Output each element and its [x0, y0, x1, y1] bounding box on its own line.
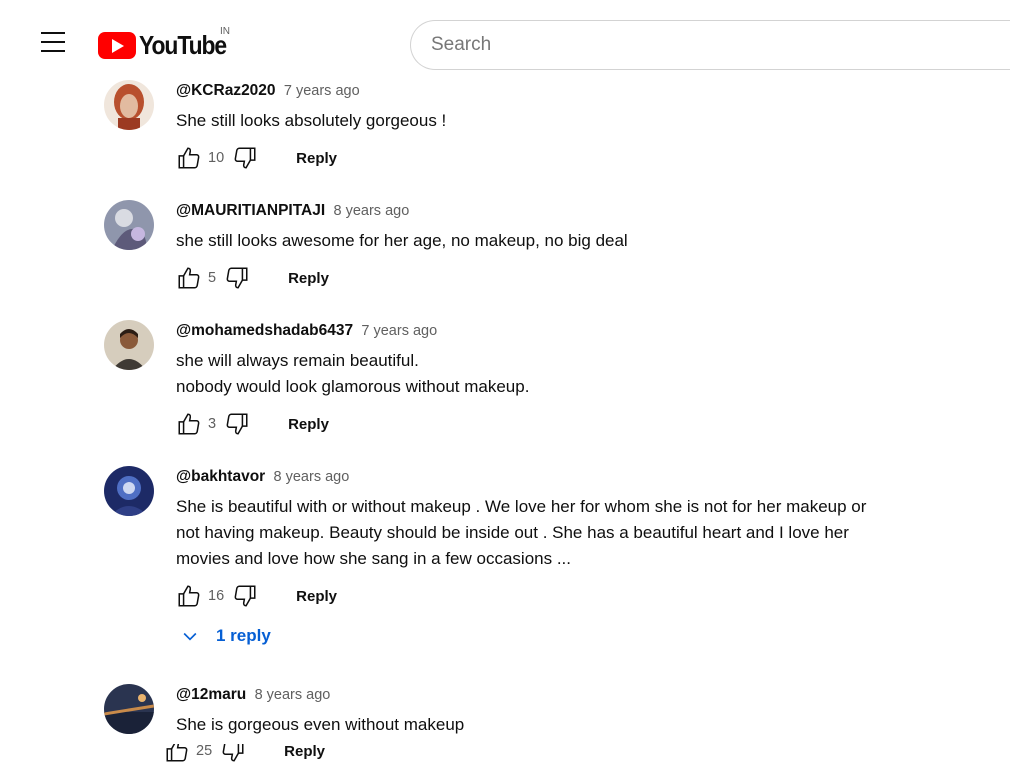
- hamburger-bar: [41, 41, 65, 43]
- comment-line: nobody would look glamorous without make…: [176, 377, 530, 396]
- chevron-down-icon: [183, 632, 197, 641]
- dislike-button[interactable]: [224, 411, 250, 437]
- comment-author[interactable]: @bakhtavor: [176, 468, 265, 485]
- reply-button[interactable]: Reply: [284, 744, 325, 760]
- avatar[interactable]: [104, 466, 154, 516]
- thumbs-down-icon: [226, 413, 248, 435]
- reply-button[interactable]: Reply: [288, 416, 329, 433]
- comment-text: She still looks absolutely gorgeous !: [176, 108, 946, 134]
- comment-time[interactable]: 8 years ago: [255, 687, 331, 703]
- comment-text: She is gorgeous even without makeup: [176, 712, 946, 738]
- comment-line: She is beautiful with or without makeup …: [176, 497, 867, 516]
- like-count: 5: [208, 270, 217, 286]
- comment-actions-partial: 25 Reply: [164, 744, 564, 768]
- comment-actions: 16 Reply: [176, 581, 337, 611]
- thumbs-up-icon: [178, 585, 200, 607]
- comment-time[interactable]: 8 years ago: [333, 203, 409, 219]
- hamburger-bar: [41, 50, 65, 52]
- thumbs-down-icon: [222, 744, 244, 762]
- thumbs-up-icon: [178, 147, 200, 169]
- comment-line: she will always remain beautiful.: [176, 351, 419, 370]
- avatar[interactable]: [104, 320, 154, 370]
- like-button[interactable]: [176, 145, 202, 171]
- comment-line: she still looks awesome for her age, no …: [176, 231, 628, 250]
- reply-button[interactable]: Reply: [296, 588, 337, 605]
- comment-actions: 3 Reply: [176, 409, 329, 439]
- comment-line: She still looks absolutely gorgeous !: [176, 111, 447, 130]
- dislike-button[interactable]: [224, 265, 250, 291]
- comment-author[interactable]: @12maru: [176, 686, 246, 703]
- avatar[interactable]: [104, 80, 154, 130]
- comment-time[interactable]: 8 years ago: [274, 469, 350, 485]
- comment-time[interactable]: 7 years ago: [361, 323, 437, 339]
- comment-time[interactable]: 7 years ago: [284, 83, 360, 99]
- reply-button[interactable]: Reply: [288, 270, 329, 287]
- comment-body: @bakhtavor 8 years ago She is beautiful …: [176, 466, 946, 572]
- youtube-play-icon: [98, 32, 136, 59]
- comment-text: she still looks awesome for her age, no …: [176, 228, 946, 254]
- comment-author[interactable]: @mohamedshadab6437: [176, 322, 353, 339]
- thumbs-up-icon: [178, 413, 200, 435]
- replies-count: 1 reply: [216, 626, 271, 645]
- youtube-logo[interactable]: YouTube: [98, 30, 238, 61]
- comment-body: @mohamedshadab6437 7 years ago she will …: [176, 320, 946, 400]
- like-count: 3: [208, 416, 217, 432]
- comment-body: @KCRaz2020 7 years ago She still looks a…: [176, 80, 946, 134]
- guide-menu-button[interactable]: [38, 32, 68, 56]
- view-replies-button[interactable]: 1 reply: [180, 626, 271, 646]
- comment-author[interactable]: @KCRaz2020: [176, 82, 276, 99]
- comment-line: not having makeup. Beauty should be insi…: [176, 523, 849, 542]
- dislike-button[interactable]: [220, 744, 246, 764]
- like-button[interactable]: [164, 744, 190, 764]
- avatar[interactable]: [104, 200, 154, 250]
- comment-line: movies and love how she sang in a few oc…: [176, 549, 571, 568]
- like-count: 25: [196, 744, 213, 759]
- hamburger-bar: [41, 32, 65, 34]
- like-button[interactable]: [176, 583, 202, 609]
- country-code: IN: [220, 26, 230, 37]
- comment-line: She is gorgeous even without makeup: [176, 715, 465, 734]
- comment-actions: 10 Reply: [176, 143, 337, 173]
- comment-body: @MAURITIANPITAJI 8 years ago she still l…: [176, 200, 946, 254]
- reply-button[interactable]: Reply: [296, 150, 337, 167]
- like-count: 16: [208, 588, 225, 604]
- thumbs-down-icon: [234, 585, 256, 607]
- dislike-button[interactable]: [232, 145, 258, 171]
- comment-author[interactable]: @MAURITIANPITAJI: [176, 202, 325, 219]
- comment-actions: 5 Reply: [176, 263, 329, 293]
- logo-text: YouTube: [139, 30, 227, 60]
- thumbs-down-icon: [234, 147, 256, 169]
- comment-text: she will always remain beautiful. nobody…: [176, 348, 946, 400]
- like-button[interactable]: [176, 411, 202, 437]
- avatar[interactable]: [104, 684, 154, 734]
- dislike-button[interactable]: [232, 583, 258, 609]
- thumbs-down-icon: [226, 267, 248, 289]
- like-count: 10: [208, 150, 225, 166]
- masthead: YouTube IN: [0, 0, 1024, 76]
- thumbs-up-icon: [166, 744, 188, 762]
- search-input[interactable]: [429, 21, 993, 69]
- comment-body: @12maru 8 years ago She is gorgeous even…: [176, 684, 946, 738]
- thumbs-up-icon: [178, 267, 200, 289]
- search-box[interactable]: [410, 20, 1010, 70]
- like-button[interactable]: [176, 265, 202, 291]
- comment-text: She is beautiful with or without makeup …: [176, 494, 946, 572]
